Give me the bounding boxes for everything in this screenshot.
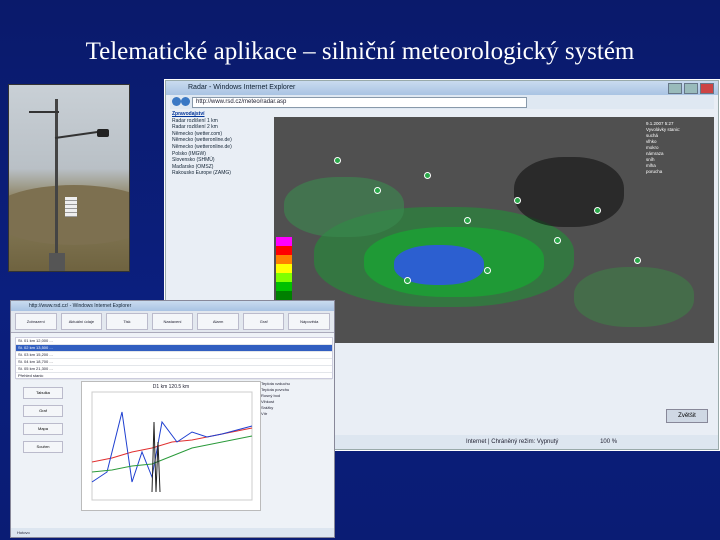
toolbar-button[interactable]: Zobrazení bbox=[15, 313, 57, 330]
address-bar: http://www.rsd.cz/meteo/radar.asp bbox=[170, 95, 714, 109]
toolbar-button[interactable]: Nastavení bbox=[151, 313, 194, 330]
station-status-bar: Hotovo bbox=[11, 528, 334, 537]
chart-legend: Teplota vzduchu Teplota povrchu Rosný bo… bbox=[261, 381, 327, 521]
status-text: Internet | Chráněný režim: Vypnutý bbox=[466, 439, 559, 445]
table-row[interactable]: Přehled stanic bbox=[16, 373, 332, 380]
side-button[interactable]: Souhrn bbox=[23, 441, 63, 453]
toolbar-button[interactable]: Tisk bbox=[106, 313, 148, 330]
maximize-button[interactable] bbox=[684, 83, 698, 94]
table-row[interactable]: St. 01 km 12,000 ... bbox=[16, 338, 332, 345]
side-button[interactable]: Graf bbox=[23, 405, 63, 417]
zoom-button[interactable]: Zvětšit bbox=[666, 409, 708, 423]
station-table: St. 01 km 12,000 ... St. 02 km 13,500 ..… bbox=[15, 337, 333, 380]
toolbar-button[interactable]: Aktuální údaje bbox=[60, 313, 103, 330]
table-row[interactable]: St. 02 km 13,500 ... bbox=[16, 345, 332, 352]
toolbar-button[interactable]: Graf bbox=[242, 313, 285, 330]
slide-title: Telematické aplikace – silniční meteorol… bbox=[85, 38, 635, 65]
station-toolbar: Zobrazení Aktuální údaje Tisk Nastavení … bbox=[11, 311, 334, 333]
table-row[interactable]: St. 03 km 15,200 ... bbox=[16, 352, 332, 359]
weather-station-photo bbox=[8, 84, 130, 272]
radar-map[interactable]: 9.1.2007 5:27 Vyvolávky stanic: suchá vl… bbox=[274, 117, 714, 343]
chart-lines bbox=[91, 391, 253, 501]
toolbar-button[interactable]: Nápověda bbox=[288, 313, 331, 330]
side-button[interactable]: Tabulka bbox=[23, 387, 63, 399]
close-button[interactable] bbox=[700, 83, 714, 94]
station-window-title: http://www.rsd.cz/ - Windows Internet Ex… bbox=[11, 301, 334, 311]
side-button[interactable]: Mapa bbox=[23, 423, 63, 435]
radar-legend: 9.1.2007 5:27 Vyvolávky stanic: suchá vl… bbox=[646, 121, 708, 211]
table-row[interactable]: St. 04 km 18,700 ... bbox=[16, 359, 332, 366]
chart-title: D1 km 120.5 km bbox=[152, 384, 190, 390]
station-browser-window: http://www.rsd.cz/ - Windows Internet Ex… bbox=[10, 300, 335, 538]
back-button[interactable] bbox=[172, 97, 181, 106]
minimize-button[interactable] bbox=[668, 83, 682, 94]
legend-item: porucha bbox=[646, 169, 663, 174]
url-field[interactable]: http://www.rsd.cz/meteo/radar.asp bbox=[192, 97, 527, 108]
toolbar-button[interactable]: Alarm bbox=[197, 313, 239, 330]
station-side-panel: Tabulka Graf Mapa Souhrn bbox=[15, 381, 73, 521]
station-chart[interactable]: D1 km 120.5 km bbox=[81, 381, 261, 511]
forward-button[interactable] bbox=[181, 97, 190, 106]
radar-window-title: Radar - Windows Internet Explorer bbox=[166, 81, 718, 95]
legend-item: Vítr bbox=[261, 411, 268, 416]
window-controls bbox=[668, 83, 714, 94]
table-row[interactable]: St. 05 km 21,300 ... bbox=[16, 366, 332, 373]
zoom-level[interactable]: 100 % bbox=[600, 439, 617, 445]
